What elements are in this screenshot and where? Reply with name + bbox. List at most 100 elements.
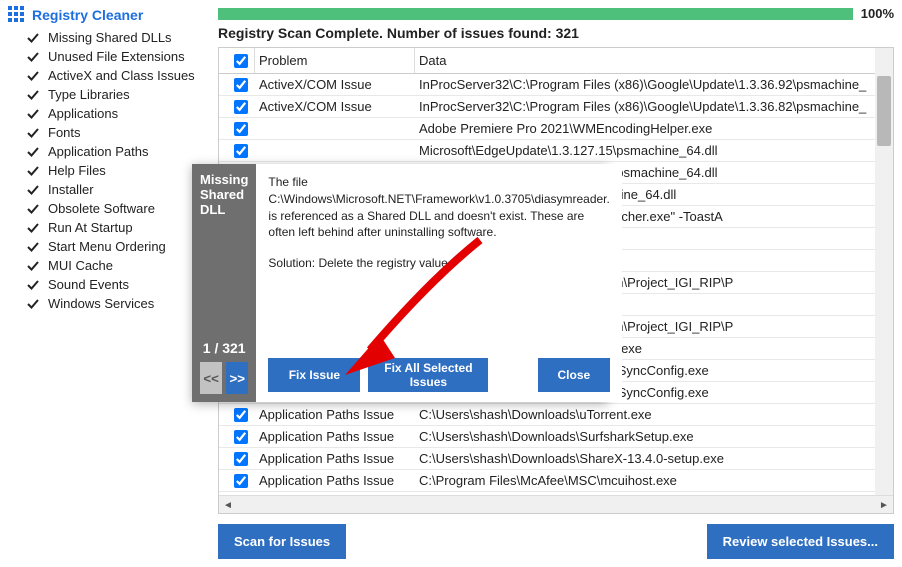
col-header-problem[interactable]: Problem <box>255 48 415 73</box>
table-row[interactable]: Application Paths IssueC:\Program Files\… <box>219 470 875 492</box>
popup-issue-type: Missing Shared DLL <box>200 172 248 217</box>
table-row[interactable]: Application Paths IssueC:\Users\shash\Do… <box>219 426 875 448</box>
fix-all-selected-button[interactable]: Fix All Selected Issues <box>368 358 488 392</box>
sidebar-item-label: Start Menu Ordering <box>48 239 166 254</box>
popup-text-l1: The file <box>268 175 307 189</box>
row-checkbox[interactable] <box>234 474 248 488</box>
row-data: C:\Users\shash\Downloads\ShareX-13.4.0-s… <box>415 451 867 466</box>
row-data: InProcServer32\C:\Program Files (x86)\Go… <box>415 99 867 114</box>
horizontal-scrollbar[interactable]: ◄ ► <box>219 495 893 513</box>
sidebar-title: Registry Cleaner <box>8 6 210 24</box>
check-icon <box>26 183 40 197</box>
popup-side: Missing Shared DLL 1 / 321 << >> <box>192 164 256 402</box>
table-row[interactable]: Microsoft\EdgeUpdate\1.3.127.15\psmachin… <box>219 140 875 162</box>
sidebar-item-label: Help Files <box>48 163 106 178</box>
row-checkbox[interactable] <box>234 100 248 114</box>
popup-text-l2: C:\Windows\Microsoft.NET\Framework\v1.0.… <box>268 192 609 206</box>
sidebar-item-label: MUI Cache <box>48 258 113 273</box>
row-problem: Application Paths Issue <box>255 451 415 466</box>
sidebar-item-label: Installer <box>48 182 94 197</box>
table-row[interactable]: Adobe Premiere Pro 2021\WMEncodingHelper… <box>219 118 875 140</box>
review-selected-issues-button[interactable]: Review selected Issues... <box>707 524 894 559</box>
check-icon <box>26 240 40 254</box>
check-icon <box>26 278 40 292</box>
row-checkbox[interactable] <box>234 122 248 136</box>
sidebar-item-label: ActiveX and Class Issues <box>48 68 195 83</box>
table-row[interactable]: ActiveX/COM IssueInProcServer32\C:\Progr… <box>219 74 875 96</box>
popup-counter: 1 / 321 <box>200 340 248 356</box>
popup-description: The file C:\Windows\Microsoft.NET\Framew… <box>268 174 609 358</box>
sidebar-item[interactable]: Fonts <box>8 123 210 142</box>
sidebar-item-label: Fonts <box>48 125 81 140</box>
sidebar-item[interactable]: Type Libraries <box>8 85 210 104</box>
check-icon <box>26 31 40 45</box>
check-icon <box>26 50 40 64</box>
sidebar-item[interactable]: Unused File Extensions <box>8 47 210 66</box>
sidebar-item-label: Unused File Extensions <box>48 49 185 64</box>
sidebar: Registry Cleaner Missing Shared DLLs Unus… <box>0 0 210 567</box>
check-icon <box>26 297 40 311</box>
sidebar-item[interactable]: Obsolete Software <box>8 199 210 218</box>
table-row[interactable]: ActiveX/COM IssueInProcServer32\C:\Progr… <box>219 96 875 118</box>
check-icon <box>26 259 40 273</box>
row-data: Adobe Premiere Pro 2021\WMEncodingHelper… <box>415 121 867 136</box>
table-row[interactable]: Application Paths IssueC:\Users\shash\Do… <box>219 448 875 470</box>
row-checkbox[interactable] <box>234 452 248 466</box>
sidebar-item[interactable]: Help Files <box>8 161 210 180</box>
issue-detail-popup: Missing Shared DLL 1 / 321 << >> The fil… <box>192 164 608 402</box>
row-problem: ActiveX/COM Issue <box>255 99 415 114</box>
row-problem: Application Paths Issue <box>255 429 415 444</box>
sidebar-item[interactable]: Run At Startup <box>8 218 210 237</box>
scroll-left-icon[interactable]: ◄ <box>219 496 237 514</box>
col-header-data[interactable]: Data <box>415 53 867 68</box>
check-icon <box>26 126 40 140</box>
row-checkbox[interactable] <box>234 78 248 92</box>
sidebar-item[interactable]: ActiveX and Class Issues <box>8 66 210 85</box>
close-popup-button[interactable]: Close <box>538 358 610 392</box>
progress-percent: 100% <box>861 6 894 21</box>
row-data: InProcServer32\C:\Program Files (x86)\Go… <box>415 77 867 92</box>
scan-complete-text: Registry Scan Complete. Number of issues… <box>218 25 894 41</box>
sidebar-item[interactable]: Sound Events <box>8 275 210 294</box>
sidebar-item[interactable]: MUI Cache <box>8 256 210 275</box>
progress-bar <box>218 8 853 20</box>
sidebar-item[interactable]: Missing Shared DLLs <box>8 28 210 47</box>
row-problem: Application Paths Issue <box>255 473 415 488</box>
sidebar-item-label: Missing Shared DLLs <box>48 30 172 45</box>
check-icon <box>26 145 40 159</box>
row-data: C:\Users\shash\Downloads\SurfsharkSetup.… <box>415 429 867 444</box>
row-data: C:\Users\shash\Downloads\uTorrent.exe <box>415 407 867 422</box>
popup-body: The file C:\Windows\Microsoft.NET\Framew… <box>256 164 621 402</box>
row-checkbox[interactable] <box>234 144 248 158</box>
progress-row: 100% <box>218 6 894 21</box>
row-checkbox[interactable] <box>234 408 248 422</box>
sidebar-item[interactable]: Windows Services <box>8 294 210 313</box>
sidebar-item[interactable]: Installer <box>8 180 210 199</box>
popup-text-l3: is referenced as a Shared DLL and doesn'… <box>268 209 584 240</box>
check-icon <box>26 69 40 83</box>
check-icon <box>26 164 40 178</box>
footer-buttons: Scan for Issues Review selected Issues..… <box>218 524 894 559</box>
sidebar-item[interactable]: Applications <box>8 104 210 123</box>
registry-icon <box>8 6 26 24</box>
check-icon <box>26 107 40 121</box>
table-row[interactable]: Application Paths IssueC:\Users\shash\Do… <box>219 404 875 426</box>
popup-solution: Solution: Delete the registry value. <box>268 255 609 272</box>
scroll-right-icon[interactable]: ► <box>875 496 893 514</box>
vertical-scrollbar-thumb[interactable] <box>877 76 891 146</box>
row-checkbox[interactable] <box>234 430 248 444</box>
sidebar-item[interactable]: Application Paths <box>8 142 210 161</box>
check-icon <box>26 88 40 102</box>
row-problem: ActiveX/COM Issue <box>255 77 415 92</box>
row-problem: Application Paths Issue <box>255 407 415 422</box>
vertical-scrollbar[interactable] <box>875 48 893 495</box>
prev-issue-button[interactable]: << <box>200 362 222 394</box>
scan-for-issues-button[interactable]: Scan for Issues <box>218 524 346 559</box>
fix-issue-button[interactable]: Fix Issue <box>268 358 360 392</box>
next-issue-button[interactable]: >> <box>226 362 248 394</box>
sidebar-item[interactable]: Start Menu Ordering <box>8 237 210 256</box>
sidebar-item-label: Sound Events <box>48 277 129 292</box>
select-all-checkbox[interactable] <box>234 54 248 68</box>
row-data: C:\Program Files\McAfee\MSC\mcuihost.exe <box>415 473 867 488</box>
row-data: Microsoft\EdgeUpdate\1.3.127.15\psmachin… <box>415 143 867 158</box>
